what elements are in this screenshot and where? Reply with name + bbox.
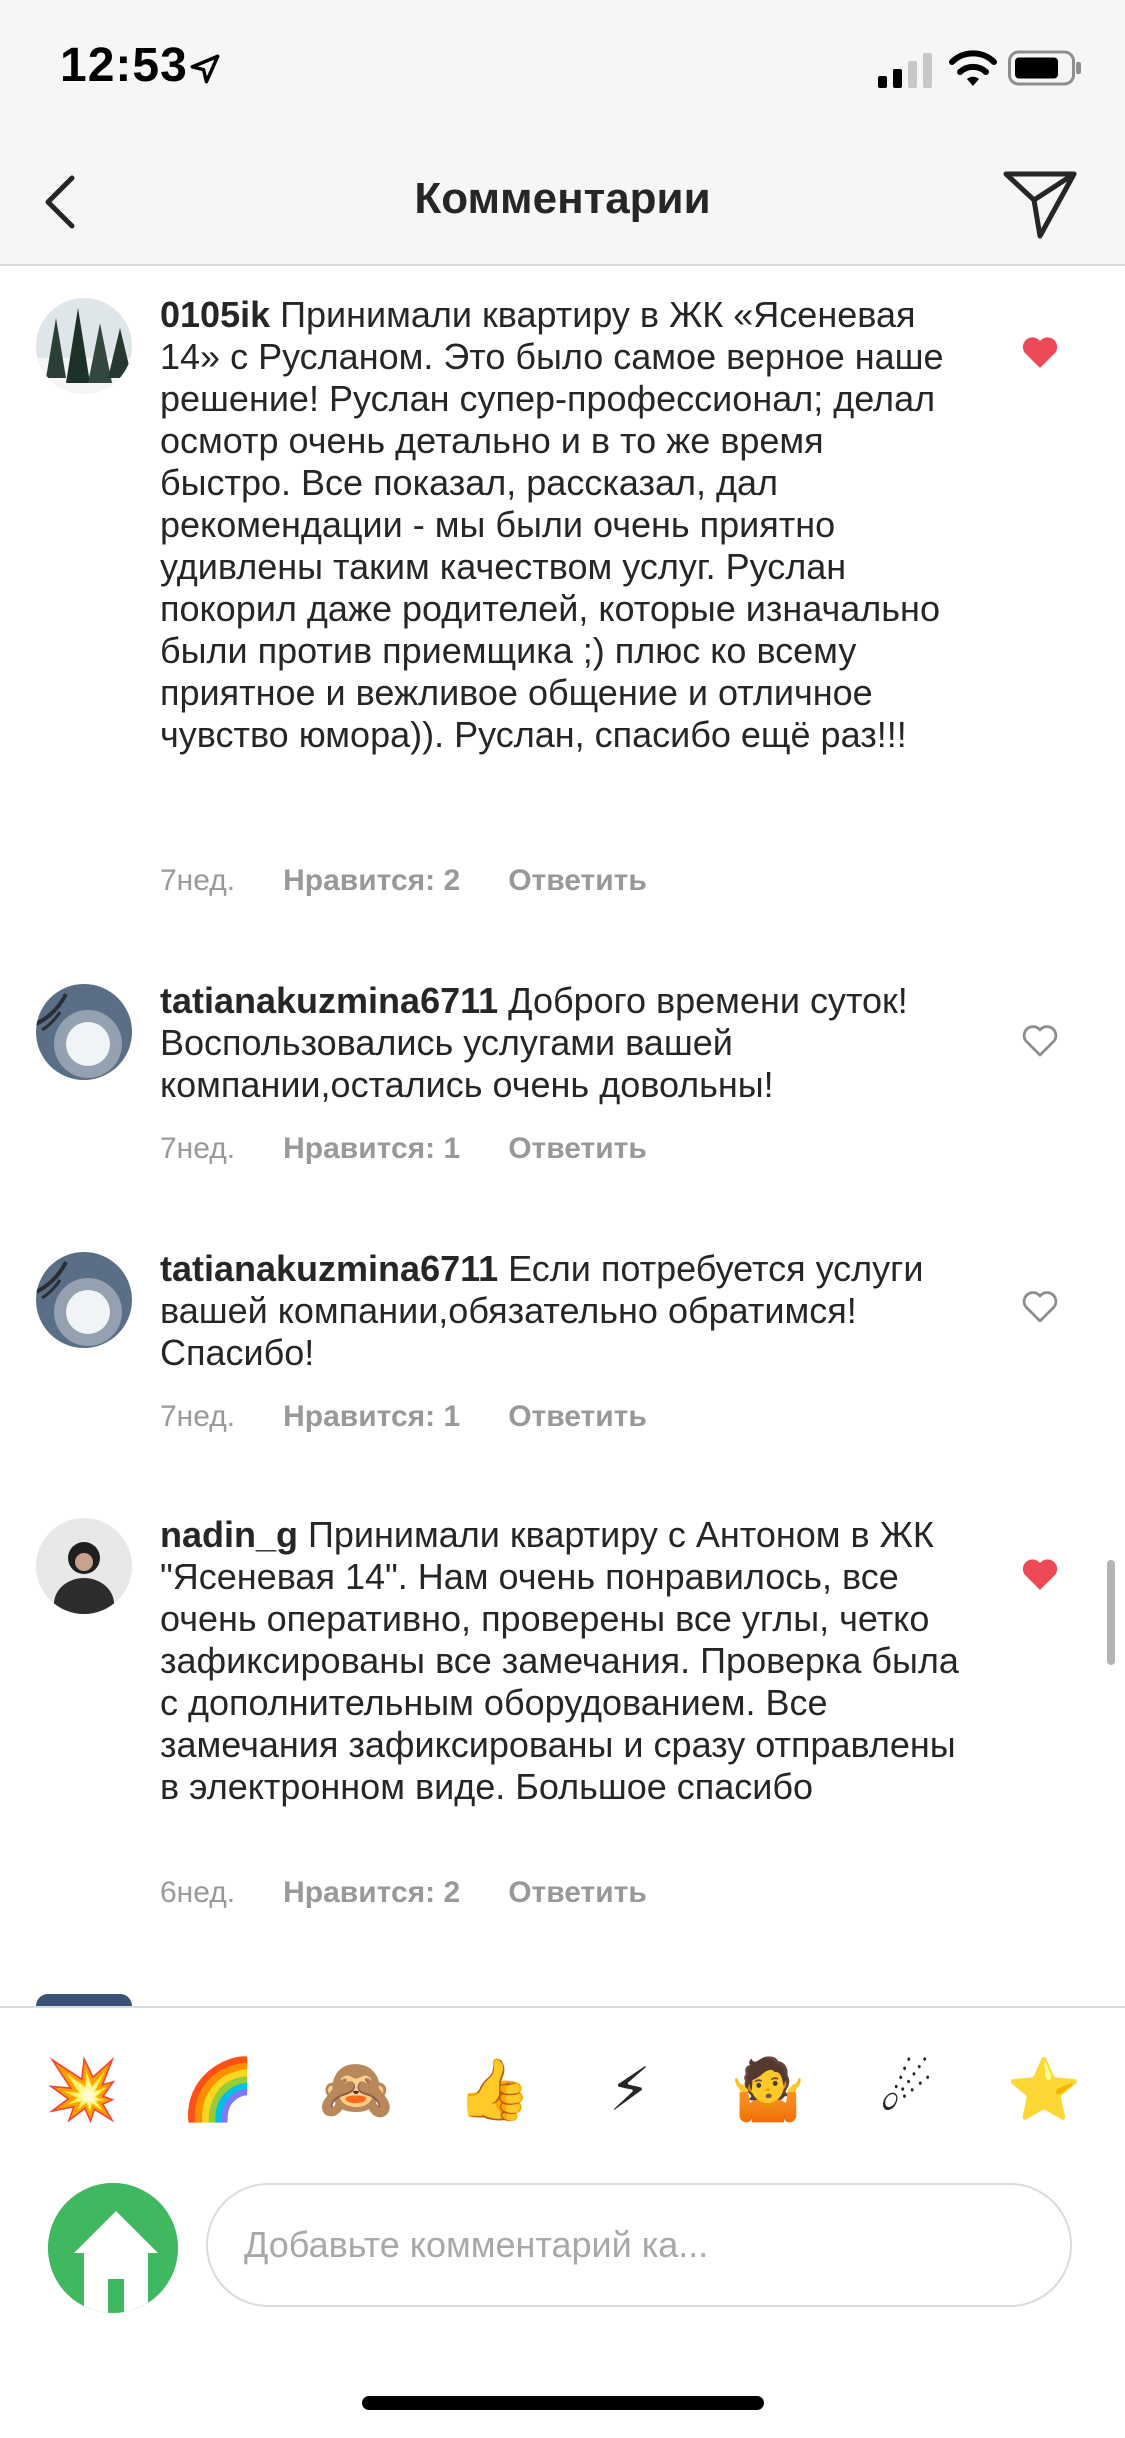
user-avatar[interactable] [48, 2183, 178, 2313]
likes-count-link[interactable]: Нравится: 1 [283, 1132, 460, 1166]
reply-link[interactable]: Ответить [508, 1400, 647, 1434]
scrollbar[interactable] [1107, 1560, 1115, 1665]
comment-input[interactable] [206, 2183, 1072, 2307]
heart-outline-icon[interactable] [1020, 1288, 1060, 1324]
heart-outline-icon[interactable] [1020, 1022, 1060, 1058]
comment-meta: 6нед. Нравится: 2 Ответить [160, 1876, 695, 1910]
emoji-collision[interactable]: 💥 [42, 2050, 122, 2130]
next-comment-avatar[interactable] [36, 1994, 132, 2006]
comment-age: 7нед. [160, 1132, 236, 1165]
comment-meta: 7нед. Нравится: 1 Ответить [160, 1400, 695, 1434]
avatar[interactable] [36, 298, 132, 394]
comment-text: nadin_g Принимали квартиру с Антоном в Ж… [160, 1514, 960, 1808]
emoji-high-voltage[interactable]: ⚡ [590, 2050, 670, 2130]
page-title: Комментарии [414, 174, 711, 223]
reply-link[interactable]: Ответить [508, 864, 647, 898]
house-icon [48, 2183, 178, 2313]
home-indicator[interactable] [362, 2396, 764, 2410]
comment-age: 7нед. [160, 1400, 236, 1433]
likes-count-link[interactable]: Нравится: 1 [283, 1400, 460, 1434]
comment-username[interactable]: tatianakuzmina6711 [160, 980, 498, 1021]
comment-age: 6нед. [160, 1876, 236, 1909]
battery-icon [1008, 50, 1081, 86]
emoji-person-shrugging[interactable]: 🤷 [728, 2050, 808, 2130]
emoji-thumbs-up[interactable]: 👍 [454, 2050, 534, 2130]
comment-username[interactable]: nadin_g [160, 1514, 298, 1555]
comment-age: 7нед. [160, 864, 236, 897]
comment-meta: 7нед. Нравится: 1 Ответить [160, 1132, 695, 1166]
emoji-rainbow[interactable]: 🌈 [178, 2050, 258, 2130]
liked-heart-icon[interactable] [1020, 334, 1060, 370]
cellular-signal-icon [878, 53, 932, 88]
comment-composer: 💥 🌈 🙈 👍 ⚡ 🤷 ☄ ⭐ [0, 2006, 1125, 2438]
location-arrow-icon [190, 54, 220, 84]
comment-text: tatianakuzmina6711 Если потребуется услу… [160, 1248, 960, 1374]
emoji-see-no-evil-monkey[interactable]: 🙈 [316, 2050, 396, 2130]
comment-username[interactable]: tatianakuzmina6711 [160, 1248, 498, 1289]
emoji-bar: 💥 🌈 🙈 👍 ⚡ 🤷 ☄ ⭐ [0, 2050, 1125, 2130]
likes-count-link[interactable]: Нравится: 2 [283, 1876, 460, 1910]
comment-meta: 7нед. Нравится: 2 Ответить [160, 864, 695, 898]
comment-username[interactable]: 0105ik [160, 294, 270, 335]
emoji-star[interactable]: ⭐ [1004, 2050, 1084, 2130]
avatar[interactable] [36, 1518, 132, 1614]
avatar[interactable] [36, 984, 132, 1080]
comment-text: 0105ik Принимали квартиру в ЖК «Ясеневая… [160, 294, 960, 756]
emoji-comet[interactable]: ☄ [866, 2050, 946, 2130]
reply-link[interactable]: Ответить [508, 1132, 647, 1166]
status-time: 12:53 [60, 39, 188, 92]
comment-body: Принимали квартиру с Антоном в ЖК "Ясене… [160, 1514, 959, 1807]
comment-body: Принимали квартиру в ЖК «Ясеневая 14» с … [160, 294, 944, 755]
likes-count-link[interactable]: Нравится: 2 [283, 864, 460, 898]
comment-text: tatianakuzmina6711 Доброго времени суток… [160, 980, 960, 1106]
paper-plane-icon[interactable] [1000, 162, 1080, 242]
nav-bar: Комментарии [0, 140, 1125, 266]
avatar[interactable] [36, 1252, 132, 1348]
wifi-icon [949, 50, 997, 86]
status-bar: 12:53 [0, 0, 1125, 140]
liked-heart-icon[interactable] [1020, 1556, 1060, 1592]
reply-link[interactable]: Ответить [508, 1876, 647, 1910]
